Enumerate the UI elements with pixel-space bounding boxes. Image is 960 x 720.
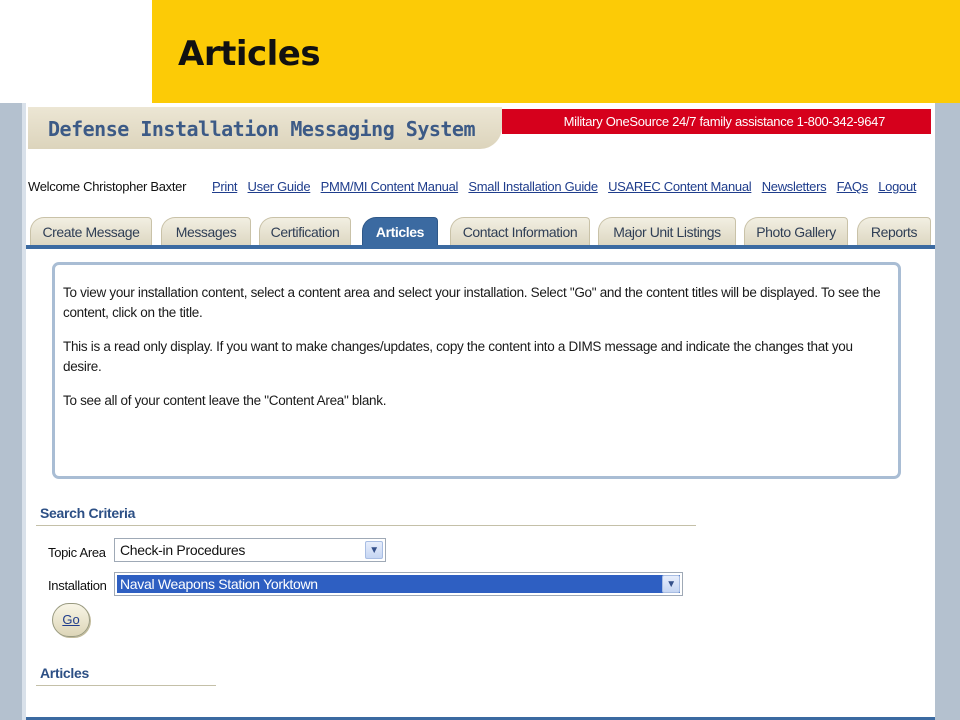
app-banner: Defense Installation Messaging System [28, 107, 502, 149]
tab-contact-information[interactable]: Contact Information [450, 217, 590, 245]
section-divider [36, 525, 696, 526]
newsletters-link[interactable]: Newsletters [762, 179, 827, 194]
dims-app: Defense Installation Messaging System Mi… [26, 103, 935, 720]
articles-heading: Articles [40, 665, 89, 681]
instruction-paragraph: To view your installation content, selec… [63, 285, 881, 320]
topic-area-label: Topic Area [48, 545, 106, 560]
instruction-paragraph: To see all of your content leave the "Co… [63, 393, 387, 408]
user-guide-link[interactable]: User Guide [248, 179, 311, 194]
pmm-content-manual-link[interactable]: PMM/MI Content Manual [321, 179, 459, 194]
print-link[interactable]: Print [212, 179, 238, 194]
go-button[interactable]: Go [52, 603, 90, 637]
frame-left-bar [0, 103, 22, 720]
section-divider [36, 685, 216, 686]
search-criteria-heading: Search Criteria [40, 505, 136, 521]
faqs-link[interactable]: FAQs [837, 179, 869, 194]
tab-photo-gallery[interactable]: Photo Gallery [744, 217, 848, 245]
app-title: Defense Installation Messaging System [48, 117, 476, 141]
tab-messages[interactable]: Messages [161, 217, 251, 245]
instructions-box: To view your installation content, selec… [52, 262, 901, 479]
tab-articles[interactable]: Articles [362, 217, 438, 245]
topic-area-select[interactable]: Check-in Procedures ▼ [114, 538, 386, 562]
welcome-row: Welcome Christopher Baxter Print User Gu… [28, 179, 928, 197]
logout-link[interactable]: Logout [878, 179, 916, 194]
assistance-text: Military OneSource 24/7 family assistanc… [563, 114, 886, 129]
instruction-paragraph: This is a read only display. If you want… [63, 339, 853, 374]
topic-area-value: Check-in Procedures [120, 542, 246, 558]
assistance-bar: Military OneSource 24/7 family assistanc… [502, 109, 931, 134]
chevron-down-icon[interactable]: ▼ [365, 541, 383, 559]
tab-major-unit-listings[interactable]: Major Unit Listings [598, 217, 736, 245]
chevron-down-icon[interactable]: ▼ [662, 575, 680, 593]
tab-reports[interactable]: Reports [857, 217, 931, 245]
installation-select[interactable]: Naval Weapons Station Yorktown ▼ [114, 572, 683, 596]
tab-certification[interactable]: Certification [259, 217, 351, 245]
installation-value: Naval Weapons Station Yorktown [117, 575, 680, 593]
welcome-text: Welcome Christopher Baxter [28, 179, 187, 194]
top-links: Print User Guide PMM/MI Content Manual S… [212, 179, 923, 194]
small-installation-guide-link[interactable]: Small Installation Guide [468, 179, 598, 194]
usarec-content-manual-link[interactable]: USAREC Content Manual [608, 179, 752, 194]
tab-underline [26, 245, 935, 249]
slide-title: Articles [178, 34, 321, 74]
slide-header: Articles [152, 0, 960, 103]
tab-create-message[interactable]: Create Message [30, 217, 152, 245]
installation-label: Installation [48, 578, 107, 593]
main-tabs: Create Message Messages Certification Ar… [26, 217, 935, 247]
frame-right-bar [935, 103, 960, 720]
